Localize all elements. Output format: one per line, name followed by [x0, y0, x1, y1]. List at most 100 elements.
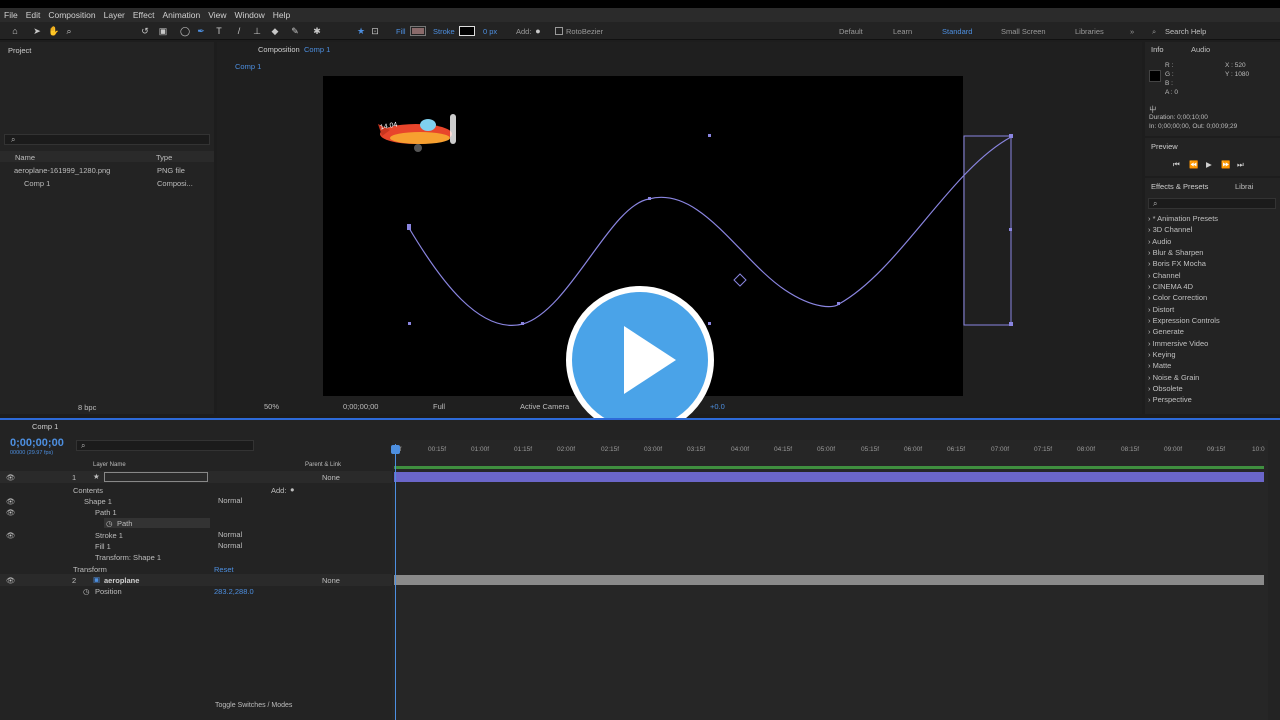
item-label: Color Correction — [1152, 293, 1208, 302]
last-frame-icon[interactable]: ⏭ — [1237, 160, 1244, 170]
tab-info[interactable]: Info — [1151, 45, 1164, 54]
effects-item[interactable]: › Generate — [1148, 327, 1184, 336]
aeroplane-layer[interactable]: 14.04 — [368, 106, 468, 156]
effects-item[interactable]: › Perspective — [1148, 395, 1192, 404]
eye-icon[interactable]: 👁 — [6, 531, 16, 540]
playhead-handle[interactable] — [391, 445, 400, 454]
item-label: 3D Channel — [1152, 225, 1193, 234]
image-layer-icon: ▣ — [93, 575, 101, 584]
item-label: Generate — [1152, 327, 1184, 336]
eye-icon[interactable]: 👁 — [6, 473, 16, 482]
time-tick: 09:00f — [1164, 446, 1183, 453]
effects-item[interactable]: › Immersive Video — [1148, 339, 1208, 348]
time-tick: 05:00f — [817, 446, 836, 453]
item-label: Distort — [1152, 305, 1175, 314]
effects-item[interactable]: › Matte — [1148, 361, 1171, 370]
play-icon[interactable]: ▶ — [1206, 160, 1212, 169]
fill-group[interactable]: Fill 1 — [95, 542, 111, 551]
effects-item[interactable]: › Blur & Sharpen — [1148, 248, 1203, 257]
info-x: X : 520 — [1225, 62, 1246, 69]
item-label: Boris FX Mocha — [1152, 259, 1206, 268]
prev-frame-icon[interactable]: ⏪ — [1189, 160, 1198, 169]
layer-2-bar[interactable] — [394, 575, 1264, 585]
effects-item[interactable]: › Expression Controls — [1148, 316, 1220, 325]
video-play-button[interactable] — [566, 286, 714, 434]
parent-select[interactable]: None — [322, 473, 340, 482]
transform-shape-group[interactable]: Transform: Shape 1 — [95, 553, 161, 562]
shape-group[interactable]: Shape 1 — [84, 497, 112, 506]
play-icon — [624, 326, 676, 394]
effects-item[interactable]: › Keying — [1148, 350, 1176, 359]
time-tick: 02:00f — [557, 446, 576, 453]
effects-title[interactable]: Effects & Presets — [1151, 182, 1208, 191]
contents-group[interactable]: Contents — [73, 486, 103, 495]
first-frame-icon[interactable]: ⏮ — [1173, 160, 1180, 170]
layer-number: 1 — [72, 473, 77, 482]
col-layer-name[interactable]: Layer Name — [93, 462, 126, 468]
time-tick: 04:15f — [774, 446, 793, 453]
effects-item[interactable]: › * Animation Presets — [1148, 214, 1218, 223]
item-label: Keying — [1152, 350, 1176, 359]
blend-mode-select[interactable]: Normal — [218, 530, 242, 539]
add-circle-icon[interactable]: ● — [290, 485, 295, 494]
reset-link[interactable]: Reset — [214, 565, 234, 574]
blend-mode-select[interactable]: Normal — [218, 541, 242, 550]
layer-number: 2 — [72, 576, 77, 585]
tab-audio[interactable]: Audio — [1191, 45, 1210, 54]
effects-item[interactable]: › Obsolete — [1148, 384, 1183, 393]
layer-1-bar[interactable] — [394, 472, 1264, 482]
item-label: Channel — [1152, 271, 1181, 280]
time-tick: 05:15f — [861, 446, 880, 453]
position-value[interactable]: 283.2,288.0 — [214, 587, 254, 596]
effects-item[interactable]: › Noise & Grain — [1148, 373, 1199, 382]
transform-group[interactable]: Transform — [73, 565, 107, 574]
effects-item[interactable]: › Channel — [1148, 271, 1181, 280]
stopwatch-icon[interactable]: ◷ — [83, 587, 90, 596]
eye-icon[interactable]: 👁 — [6, 508, 16, 517]
effects-item[interactable]: › CINEMA 4D — [1148, 282, 1193, 291]
time-tick: 01:15f — [514, 446, 533, 453]
time-tick: 01:00f — [471, 446, 490, 453]
parent-select[interactable]: None — [322, 576, 340, 585]
time-tick: 03:00f — [644, 446, 663, 453]
time-tick: 07:00f — [991, 446, 1010, 453]
position-property[interactable]: Position — [95, 587, 122, 596]
layer-name[interactable]: aeroplane — [104, 576, 139, 585]
search-icon: ⌕ — [1153, 199, 1158, 208]
path-property[interactable]: Path — [117, 519, 132, 528]
timeline-timecode[interactable]: 0;00;00;00 — [10, 437, 64, 449]
info-a: A : 0 — [1165, 89, 1179, 96]
item-label: Expression Controls — [1152, 316, 1220, 325]
work-area-bar[interactable] — [394, 466, 1264, 469]
item-label: Blur & Sharpen — [1152, 248, 1204, 257]
time-tick: 08:00f — [1077, 446, 1096, 453]
item-label: * Animation Presets — [1152, 214, 1219, 223]
effects-item[interactable]: › Color Correction — [1148, 293, 1207, 302]
effects-item[interactable]: › Distort — [1148, 305, 1174, 314]
playhead[interactable] — [395, 444, 396, 720]
path-group[interactable]: Path 1 — [95, 508, 117, 517]
stopwatch-icon[interactable]: ◷ — [106, 519, 113, 528]
libraries-tab[interactable]: Librai — [1235, 182, 1253, 191]
eye-icon[interactable]: 👁 — [6, 576, 16, 585]
toggle-switches-modes[interactable]: Toggle Switches / Modes — [215, 702, 292, 709]
timeline-fps: 00000 (29.97 fps) — [10, 450, 54, 456]
preview-title[interactable]: Preview — [1151, 142, 1178, 151]
timeline-search-input[interactable]: ⌕ — [76, 440, 254, 451]
effects-search-input[interactable]: ⌕ — [1148, 198, 1276, 209]
effects-item[interactable]: › Audio — [1148, 237, 1171, 246]
preview-panel: Preview ⏮ ⏪ ▶ ⏩ ⏭ — [1145, 138, 1280, 176]
time-tick: 03:15f — [687, 446, 706, 453]
layer-name-field[interactable] — [104, 472, 208, 482]
effects-item[interactable]: › 3D Channel — [1148, 225, 1192, 234]
next-frame-icon[interactable]: ⏩ — [1221, 160, 1230, 169]
eye-icon[interactable]: 👁 — [6, 497, 16, 506]
blend-mode-select[interactable]: Normal — [218, 496, 242, 505]
timeline-tab[interactable]: Comp 1 — [32, 422, 58, 431]
time-tick: 10:0 — [1252, 446, 1265, 453]
info-b: B : — [1165, 80, 1173, 87]
stroke-group[interactable]: Stroke 1 — [95, 531, 123, 540]
effects-item[interactable]: › Boris FX Mocha — [1148, 259, 1206, 268]
star-icon: ★ — [93, 472, 100, 481]
col-parent[interactable]: Parent & Link — [305, 462, 341, 468]
